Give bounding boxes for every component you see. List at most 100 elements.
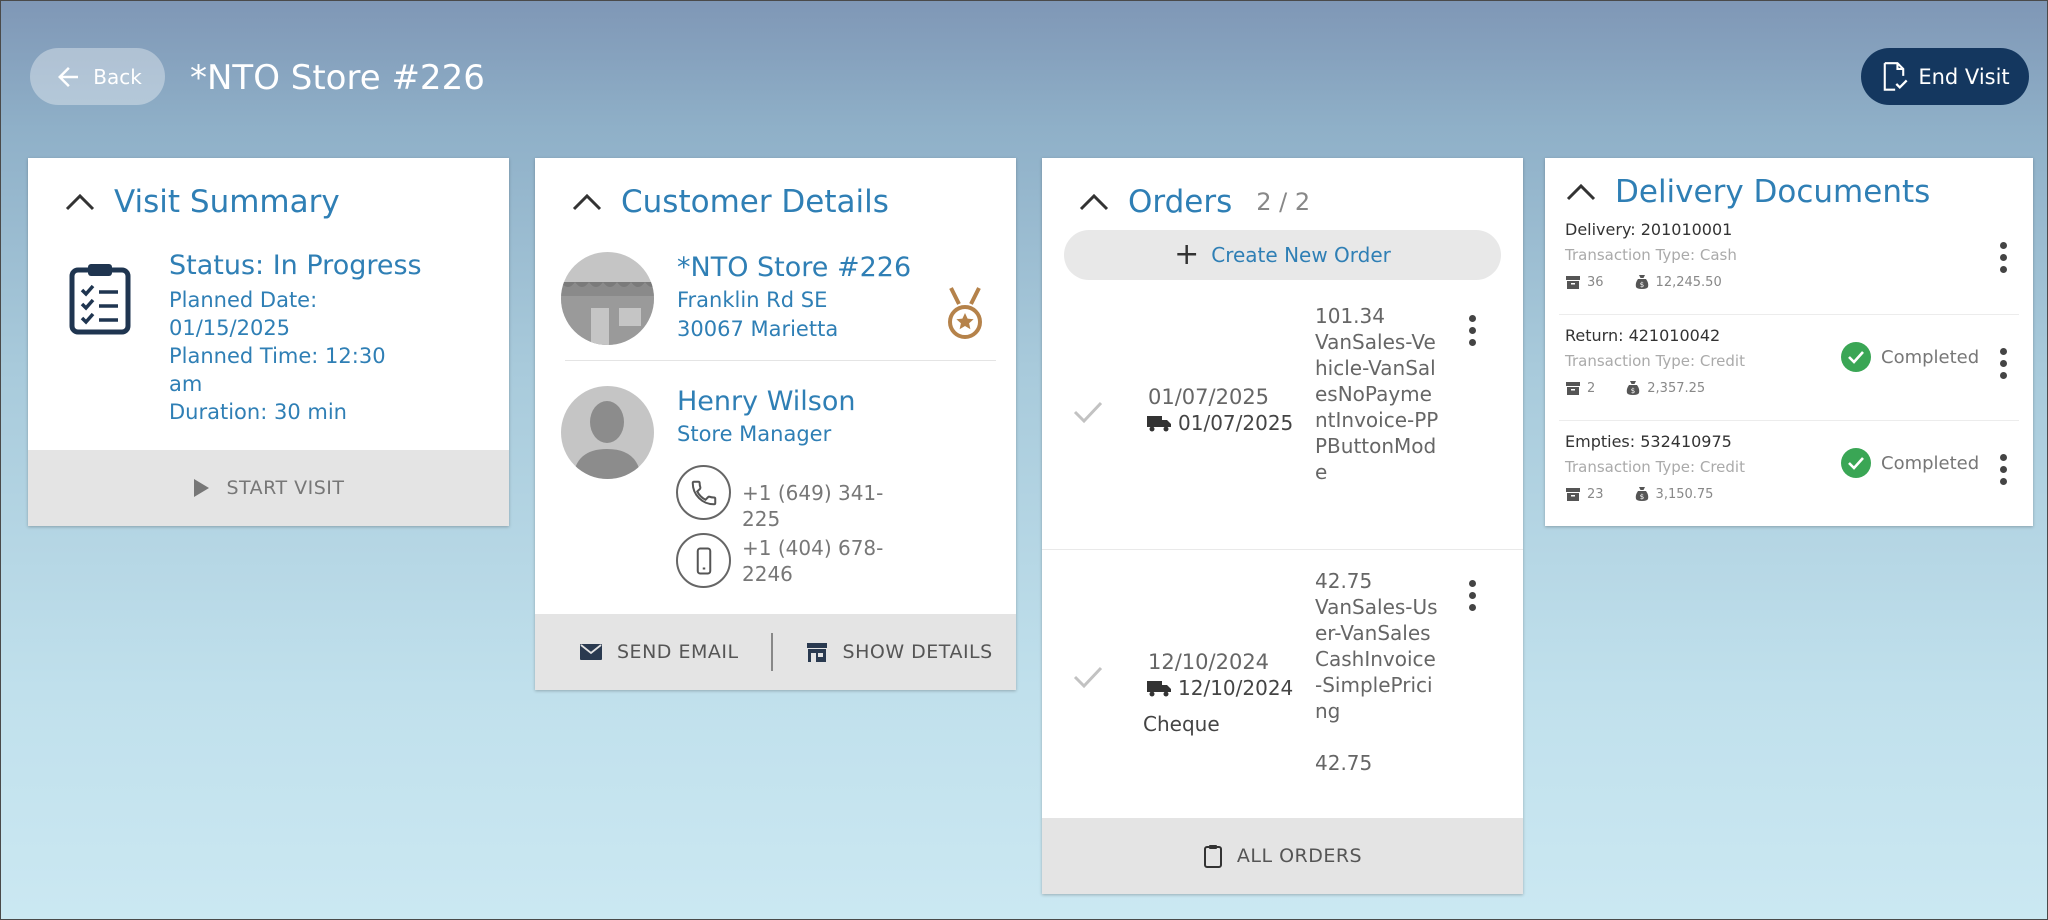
plus-icon: + <box>1174 237 1200 272</box>
mobile-button[interactable] <box>676 533 731 588</box>
value-amount: 3,150.75 <box>1655 486 1714 502</box>
document-title: Return: 421010042 <box>1565 326 1721 345</box>
storefront-icon <box>561 282 654 345</box>
store-name[interactable]: *NTO Store #226 <box>677 252 911 283</box>
status-text: Completed <box>1881 452 1980 474</box>
end-visit-button[interactable]: End Visit <box>1861 48 2029 105</box>
store-icon <box>806 643 827 662</box>
document-menu-button[interactable] <box>1997 348 2009 384</box>
orders-count: 2 / 2 <box>1256 188 1311 216</box>
planned-time: Planned Time: 12:30 am <box>169 344 386 396</box>
footer-divider <box>770 633 773 671</box>
order-menu-button[interactable] <box>1466 315 1478 351</box>
document-menu-button[interactable] <box>1997 242 2009 278</box>
mobile-phone-icon <box>696 547 711 574</box>
document-meta: 23 $ 3,150.75 <box>1565 486 1743 502</box>
contact-role: Store Manager <box>677 422 832 446</box>
visit-status: Status: In Progress <box>169 250 422 281</box>
start-visit-button[interactable]: START VISIT <box>28 450 509 526</box>
money-bag-icon: $ <box>1635 487 1648 501</box>
planned-date: Planned Date: 01/15/2025 <box>169 288 318 340</box>
order-description: VanSales-Vehicle-VanSalesNoPaymentInvoic… <box>1315 330 1439 484</box>
mobile-number: +1 (404) 678-2246 <box>742 536 884 586</box>
document-menu-button[interactable] <box>1997 454 2009 490</box>
value-amount: 12,245.50 <box>1655 274 1722 290</box>
document-title: Delivery: 201010001 <box>1565 220 1733 239</box>
document-divider <box>1559 314 2019 315</box>
delivery-document-item[interactable]: Return: 421010042 Transaction Type: Cred… <box>1545 326 2033 432</box>
delivery-documents-card: Delivery Documents Delivery: 201010001 T… <box>1545 158 2033 526</box>
transaction-type: Transaction Type: Cash <box>1565 246 1737 264</box>
value: $ 12,245.50 <box>1634 274 1722 290</box>
order-amount: 101.34 <box>1315 304 1385 328</box>
value-amount: 2,357.25 <box>1647 380 1706 396</box>
orders-header[interactable]: Orders 2 / 2 <box>1078 184 1310 220</box>
visit-summary-title: Visit Summary <box>114 184 340 220</box>
status-badge: Completed <box>1841 342 1979 372</box>
all-orders-label: ALL ORDERS <box>1236 845 1363 867</box>
quantity: 2 <box>1565 380 1595 396</box>
check-circle-icon <box>1841 342 1871 372</box>
order-menu-button[interactable] <box>1466 580 1478 616</box>
truck-icon <box>1147 681 1171 697</box>
svg-text:$: $ <box>1639 281 1643 289</box>
quantity-value: 36 <box>1587 274 1604 290</box>
store-avatar <box>561 252 654 345</box>
svg-text:$: $ <box>1639 493 1643 501</box>
customer-details-card: Customer Details *NTO Store #226 Frankli… <box>535 158 1016 690</box>
delivery-date: 12/10/2024 <box>1146 676 1293 700</box>
phone-button[interactable] <box>676 465 731 520</box>
contact-name[interactable]: Henry Wilson <box>677 386 856 417</box>
back-button[interactable]: Back <box>30 48 165 105</box>
send-email-button[interactable]: SEND EMAIL <box>579 641 739 663</box>
order-amount: 42.75 <box>1315 569 1373 593</box>
create-new-order-button[interactable]: + Create New Order <box>1064 230 1501 280</box>
checkmark-icon <box>1073 666 1103 689</box>
transaction-type: Transaction Type: Credit <box>1565 458 1745 476</box>
store-city: 30067 Marietta <box>677 317 839 341</box>
archive-box-icon <box>1566 382 1580 395</box>
transaction-type: Transaction Type: Credit <box>1565 352 1745 370</box>
archive-box-icon <box>1566 488 1580 501</box>
svg-text:$: $ <box>1631 387 1635 395</box>
quantity-value: 23 <box>1587 486 1604 502</box>
create-order-label: Create New Order <box>1211 243 1391 267</box>
quantity-value: 2 <box>1587 380 1596 396</box>
quantity: 36 <box>1565 274 1604 290</box>
money-bag-icon: $ <box>1635 275 1648 289</box>
visit-summary-header[interactable]: Visit Summary <box>64 184 340 220</box>
truck-icon <box>1147 416 1171 432</box>
customer-details-title: Customer Details <box>621 184 889 220</box>
order-description: VanSales-User-VanSalesCashInvoice-Simple… <box>1315 595 1438 723</box>
order-row[interactable]: 12/10/2024 12/10/2024 Cheque 42.75 VanSa… <box>1042 568 1523 816</box>
order-date: 01/07/2025 <box>1148 385 1270 409</box>
document-check-icon <box>1884 61 1908 91</box>
chevron-up-icon <box>572 193 602 211</box>
clipboard-icon <box>1203 845 1222 868</box>
document-title: Empties: 532410975 <box>1565 432 1732 451</box>
check-circle-icon <box>1841 448 1871 478</box>
all-orders-button[interactable]: ALL ORDERS <box>1042 818 1523 894</box>
chevron-up-icon <box>65 193 95 211</box>
order-amount-total: 42.75 <box>1315 751 1373 775</box>
customer-details-header[interactable]: Customer Details <box>571 184 889 220</box>
status-badge: Completed <box>1841 448 1979 478</box>
document-divider <box>1559 420 2019 421</box>
start-visit-label: START VISIT <box>226 477 345 499</box>
order-row[interactable]: 01/07/2025 01/07/2025 101.34 VanSales-Ve… <box>1042 303 1523 551</box>
medal-icon <box>948 287 982 339</box>
show-details-label: SHOW DETAILS <box>842 641 993 663</box>
orders-title: Orders <box>1128 184 1233 220</box>
envelope-icon <box>580 644 602 660</box>
show-details-button[interactable]: SHOW DETAILS <box>805 641 993 663</box>
customer-actions: SEND EMAIL SHOW DETAILS <box>535 614 1016 690</box>
archive-box-icon <box>1566 276 1580 289</box>
delivery-documents-header[interactable]: Delivery Documents <box>1565 174 1930 210</box>
delivery-date: 01/07/2025 <box>1146 411 1293 435</box>
value: $ 3,150.75 <box>1634 486 1714 502</box>
delivery-document-item[interactable]: Empties: 532410975 Transaction Type: Cre… <box>1545 432 2033 526</box>
order-date: 12/10/2024 <box>1148 650 1270 674</box>
money-bag-icon: $ <box>1627 381 1640 395</box>
phone-icon <box>691 480 716 505</box>
delivery-document-item[interactable]: Delivery: 201010001 Transaction Type: Ca… <box>1545 220 2033 326</box>
